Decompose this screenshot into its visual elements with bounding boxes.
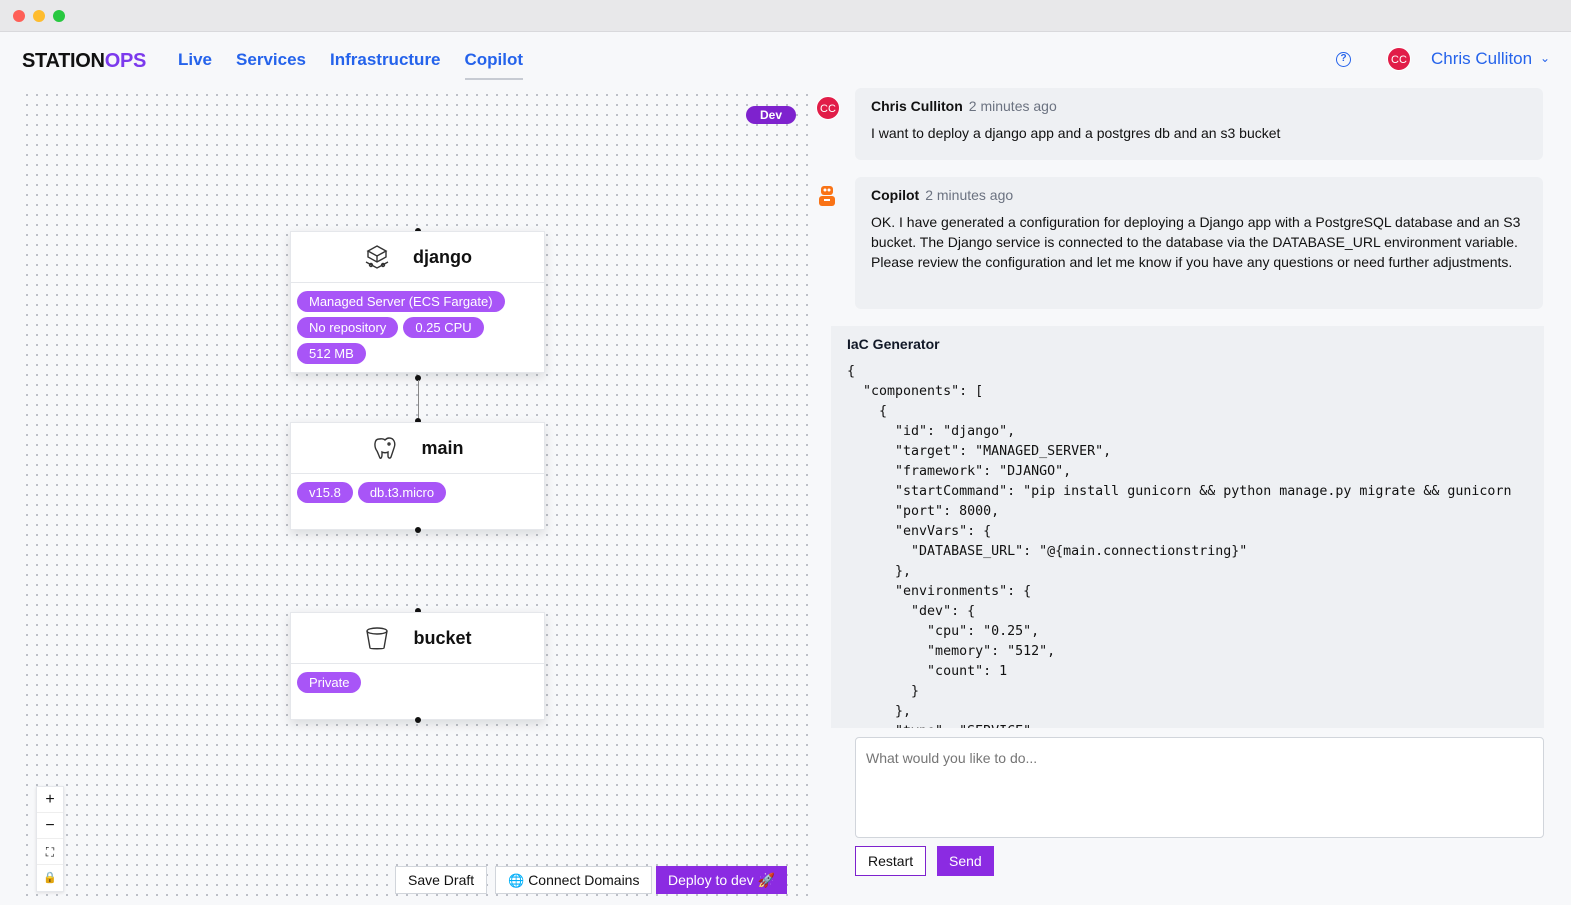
logo-part-2: OPS bbox=[104, 50, 147, 72]
chat-message-copilot: Copilot 2 minutes ago OK. I have generate… bbox=[855, 177, 1543, 309]
save-draft-button[interactable]: Save Draft bbox=[395, 866, 488, 894]
tag-memory: 512 MB bbox=[297, 343, 366, 364]
window-titlebar bbox=[0, 0, 1571, 32]
environment-badge: Dev bbox=[746, 106, 797, 124]
nav-copilot[interactable]: Copilot bbox=[464, 50, 524, 80]
send-button[interactable]: Send bbox=[937, 846, 994, 876]
zoom-controls: + − ⛶ 🔒 bbox=[36, 786, 64, 892]
node-header: bucket bbox=[291, 613, 544, 664]
chat-message-user: Chris Culliton 2 minutes ago I want to de… bbox=[855, 88, 1543, 160]
main-nav: Live Services Infrastructure Copilot bbox=[178, 50, 524, 80]
node-header: main bbox=[291, 423, 544, 474]
message-time: 2 minutes ago bbox=[925, 187, 1014, 203]
tag-repository: No repository bbox=[297, 317, 399, 338]
node-tags: v15.8 db.t3.micro bbox=[291, 474, 544, 511]
nav-services[interactable]: Services bbox=[236, 50, 306, 80]
chevron-down-icon[interactable]: ⌄ bbox=[1540, 51, 1550, 65]
minimize-window-button[interactable] bbox=[33, 10, 45, 22]
node-tags: Private bbox=[291, 664, 544, 701]
connect-domains-label: Connect Domains bbox=[528, 872, 640, 888]
app: STATIONOPS Live Services Infrastructure … bbox=[0, 32, 1571, 905]
zoom-out-button[interactable]: − bbox=[37, 813, 63, 839]
iac-title: IaC Generator bbox=[847, 336, 940, 352]
deploy-button[interactable]: Deploy to dev 🚀 bbox=[656, 866, 787, 894]
iac-code-block: { "components": [ { "id": "django", "tar… bbox=[847, 364, 1512, 728]
node-django[interactable]: django Managed Server (ECS Fargate) No r… bbox=[290, 231, 545, 373]
node-title: django bbox=[413, 246, 472, 267]
nav-infrastructure[interactable]: Infrastructure bbox=[330, 50, 441, 80]
fit-view-button[interactable]: ⛶ bbox=[37, 839, 63, 865]
user-avatar[interactable]: CC bbox=[1387, 47, 1411, 71]
copilot-robot-icon bbox=[816, 184, 838, 208]
tag-cpu: 0.25 CPU bbox=[403, 317, 484, 338]
help-icon[interactable]: ? bbox=[1336, 52, 1351, 67]
node-header: django bbox=[291, 232, 544, 283]
globe-icon: 🌐 bbox=[508, 873, 525, 888]
node-main[interactable]: main v15.8 db.t3.micro bbox=[290, 422, 545, 530]
message-text: I want to deploy a django app and a post… bbox=[871, 125, 1281, 141]
server-cube-icon bbox=[363, 243, 391, 271]
zoom-in-button[interactable]: + bbox=[37, 787, 63, 813]
postgres-elephant-icon bbox=[371, 434, 399, 462]
tag-server-type: Managed Server (ECS Fargate) bbox=[297, 291, 505, 312]
maximize-window-button[interactable] bbox=[53, 10, 65, 22]
connection-edge bbox=[418, 380, 419, 418]
logo-part-1: STATION bbox=[22, 50, 105, 72]
infrastructure-canvas[interactable]: Dev django Managed Server (ECS Fargate) … bbox=[22, 90, 808, 902]
message-author: Copilot bbox=[871, 187, 920, 203]
node-handle[interactable] bbox=[415, 717, 421, 723]
tag-version: v15.8 bbox=[297, 482, 353, 503]
tag-instance-class: db.t3.micro bbox=[357, 482, 447, 503]
nav-live[interactable]: Live bbox=[178, 50, 212, 80]
tag-visibility: Private bbox=[297, 672, 362, 693]
node-bucket[interactable]: bucket Private bbox=[290, 612, 545, 720]
iac-generator-panel[interactable]: IaC Generator { "components": [ { "id": … bbox=[831, 326, 1544, 728]
message-time: 2 minutes ago bbox=[968, 98, 1057, 114]
restart-button[interactable]: Restart bbox=[855, 846, 927, 876]
node-tags: Managed Server (ECS Fargate) No reposito… bbox=[291, 283, 544, 372]
message-text: OK. I have generated a configuration for… bbox=[871, 214, 1521, 270]
lock-button[interactable]: 🔒 bbox=[37, 865, 63, 891]
prompt-input[interactable] bbox=[855, 737, 1544, 838]
message-author: Chris Culliton bbox=[871, 98, 963, 114]
message-avatar: CC bbox=[816, 96, 840, 120]
close-window-button[interactable] bbox=[13, 10, 25, 22]
logo[interactable]: STATIONOPS bbox=[22, 50, 146, 73]
bucket-icon bbox=[363, 624, 391, 652]
node-title: main bbox=[421, 437, 464, 458]
node-handle[interactable] bbox=[415, 527, 421, 533]
connect-domains-button[interactable]: 🌐 Connect Domains bbox=[495, 866, 653, 894]
user-menu-name[interactable]: Chris Culliton bbox=[1431, 49, 1532, 69]
node-title: bucket bbox=[413, 627, 472, 648]
